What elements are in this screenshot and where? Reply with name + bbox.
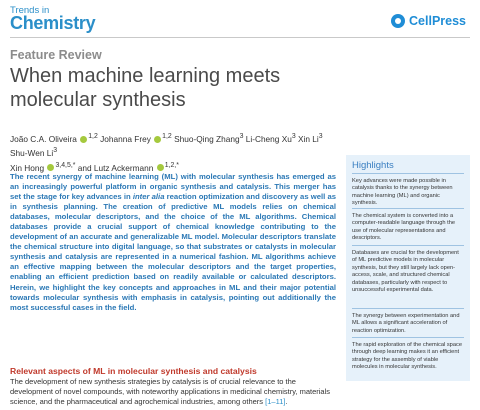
author-name[interactable]: Xin Li — [298, 134, 319, 144]
highlight-divider — [352, 245, 464, 246]
highlight-item: The rapid exploration of the chemical sp… — [352, 342, 463, 371]
author-affiliation: 1,2,* — [164, 161, 179, 169]
journal-name: Chemistry — [10, 13, 96, 33]
header-divider — [10, 37, 470, 38]
highlight-item: The synergy between experimentation and … — [352, 313, 460, 334]
abstract-italic: inter alia — [132, 192, 165, 202]
highlights-title: Highlights — [352, 160, 394, 171]
article-type-label: Feature Review — [10, 48, 102, 62]
highlight-divider — [352, 173, 464, 174]
orcid-icon[interactable] — [47, 164, 55, 172]
author-affiliation: 1,2 — [88, 133, 98, 140]
author-affiliation: 1,2 — [162, 133, 172, 140]
citation-link[interactable]: [1–11] — [265, 397, 285, 406]
abstract-text-part2: reaction optimization and discovery as w… — [10, 192, 336, 312]
author-affiliation: 3 — [53, 147, 58, 155]
highlight-divider — [352, 308, 464, 309]
orcid-icon[interactable] — [80, 135, 88, 143]
highlight-divider — [352, 337, 464, 338]
orcid-icon[interactable] — [156, 164, 164, 172]
abstract: The recent synergy of machine learning (… — [10, 172, 336, 313]
author-affiliation: 3 — [291, 133, 296, 140]
publisher-logo[interactable]: CellPress — [391, 14, 466, 28]
author-affiliation: 3 — [239, 133, 244, 140]
author-name[interactable]: João C.A. Oliveira — [10, 134, 77, 144]
article-title: When machine learning meets molecular sy… — [10, 65, 281, 111]
section-body-end: . — [285, 397, 288, 406]
author-name[interactable]: Xin Hong — [10, 162, 44, 172]
highlight-item: Key advances were made possible in catal… — [352, 178, 453, 207]
author-affiliation: 3,4,5,* — [55, 161, 76, 169]
author-name[interactable]: Shuo-Qing Zhang — [174, 134, 240, 144]
author-name[interactable]: Li-Cheng Xu — [246, 134, 292, 144]
highlights-box: Highlights Key advances were made possib… — [346, 155, 470, 381]
section-body: The development of new synthesis strateg… — [10, 377, 336, 407]
publisher-name: CellPress — [409, 14, 466, 28]
highlight-divider — [352, 208, 464, 209]
author-list: João C.A. Oliveira 1,2 Johanna Frey 1,2 … — [10, 131, 340, 174]
highlight-item: Databases are crucial for the developmen… — [352, 250, 459, 294]
author-affiliation: 3 — [318, 133, 323, 140]
highlight-item: The chemical system is converted into a … — [352, 213, 456, 242]
section-heading: Relevant aspects of ML in molecular synt… — [10, 366, 257, 376]
author-conjunction: and — [77, 162, 92, 173]
cellpress-logo-icon — [391, 14, 406, 28]
author-name[interactable]: Shu-Wen Li — [10, 148, 53, 158]
author-name[interactable]: Johanna Frey — [100, 134, 151, 144]
author-name[interactable]: Lutz Ackermann — [94, 162, 154, 172]
orcid-icon[interactable] — [154, 135, 162, 143]
